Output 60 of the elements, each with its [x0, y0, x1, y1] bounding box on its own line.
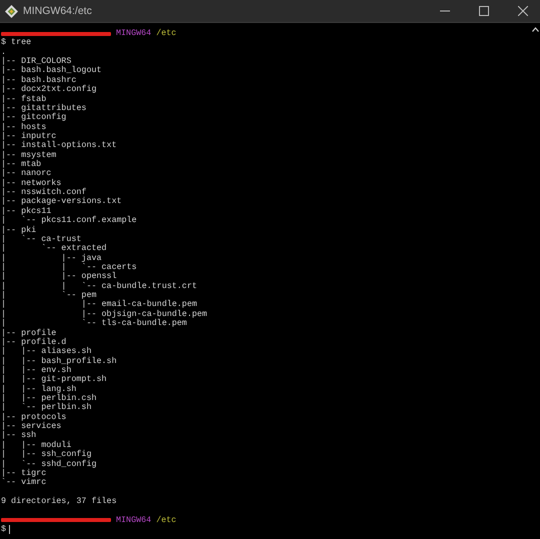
window-title: MINGW64:/etc: [23, 5, 93, 17]
terminal-line: | |-- git-prompt.sh: [1, 375, 107, 384]
terminal-line: |-- mtab: [1, 160, 42, 170]
terminal-line: |-- nsswitch.conf: [1, 188, 86, 198]
terminal-line: | |-- lang.sh: [1, 384, 76, 394]
terminal-line: |-- fstab: [1, 94, 46, 104]
terminal-line: |-- profile: [1, 328, 56, 338]
close-icon[interactable]: [518, 6, 528, 16]
terminal-line: | `-- pkcs11.conf.example: [1, 216, 137, 226]
terminal-line: |-- bash.bash_logout: [1, 66, 102, 76]
terminal-line: | |-- aliases.sh: [1, 347, 92, 356]
terminal-line: |-- nanorc: [1, 169, 52, 178]
terminal-line: | `-- sshd_config: [1, 460, 96, 469]
terminal-line: | |-- email-ca-bundle.pem: [1, 300, 198, 310]
terminal-line: $ tree: [1, 38, 32, 48]
prompt-host: MINGW64: [116, 29, 152, 38]
terminal-line: |-- hosts: [1, 122, 46, 132]
terminal-line: | |-- ssh_config: [1, 450, 92, 460]
terminal-line: | `-- extracted: [1, 244, 107, 254]
terminal-line: | |-- objsign-ca-bundle.pem: [1, 310, 208, 319]
terminal-line: |-- package-versions.txt: [1, 197, 122, 206]
scroll-up-icon[interactable]: [532, 27, 538, 32]
terminal-line: `-- vimrc: [1, 478, 46, 488]
terminal-line: | |-- java: [1, 254, 102, 263]
terminal-line: |-- msystem: [1, 150, 56, 160]
terminal-line: | `-- ca-trust: [1, 234, 82, 244]
terminal-line: | `-- perlbin.sh: [1, 403, 92, 412]
terminal-line: | |-- bash_profile.sh: [1, 356, 117, 366]
prompt-host: MINGW64: [116, 516, 152, 526]
terminal-line: | | `-- ca-bundle.trust.crt: [1, 282, 198, 291]
terminal-line: 9 directories, 37 files: [1, 496, 117, 506]
terminal-line: |-- services: [1, 422, 62, 432]
prompt-symbol: $: [1, 525, 6, 534]
prompt-path: /etc: [156, 516, 176, 526]
terminal-line: |-- protocols: [1, 412, 66, 422]
terminal-line: | `-- tls-ca-bundle.pem: [1, 319, 187, 328]
terminal-line: |-- DIR_COLORS: [1, 57, 72, 66]
terminal-line: | |-- moduli: [1, 440, 72, 450]
text-cursor: [9, 525, 10, 534]
app-icon: [5, 4, 18, 18]
terminal-line: |-- inputrc: [1, 132, 56, 141]
terminal-line: .: [1, 48, 6, 57]
terminal-line: |-- gitattributes: [1, 104, 86, 113]
terminal-line: |-- pkcs11: [1, 206, 52, 216]
terminal-line: |-- gitconfig: [1, 113, 66, 122]
terminal-line: | |-- perlbin.csh: [1, 394, 96, 404]
terminal-line: |-- pki: [1, 226, 36, 235]
terminal-line: |-- install-options.txt: [1, 141, 117, 150]
terminal-line: | | `-- cacerts: [1, 262, 137, 272]
prompt-path: /etc: [156, 29, 176, 38]
terminal-line: |-- tigrc: [1, 468, 46, 478]
terminal-line: | |-- env.sh: [1, 366, 72, 375]
terminal-line: |-- docx2txt.config: [1, 85, 96, 94]
terminal-line: |-- ssh: [1, 431, 36, 440]
terminal-line: |-- bash.bashrc: [1, 76, 76, 85]
terminal-line: | `-- pem: [1, 291, 96, 300]
terminal-line: |-- profile.d: [1, 338, 66, 347]
terminal-line: | |-- openssl: [1, 272, 117, 282]
maximize-icon[interactable]: [479, 6, 489, 16]
terminal-line: |-- networks: [1, 178, 62, 188]
